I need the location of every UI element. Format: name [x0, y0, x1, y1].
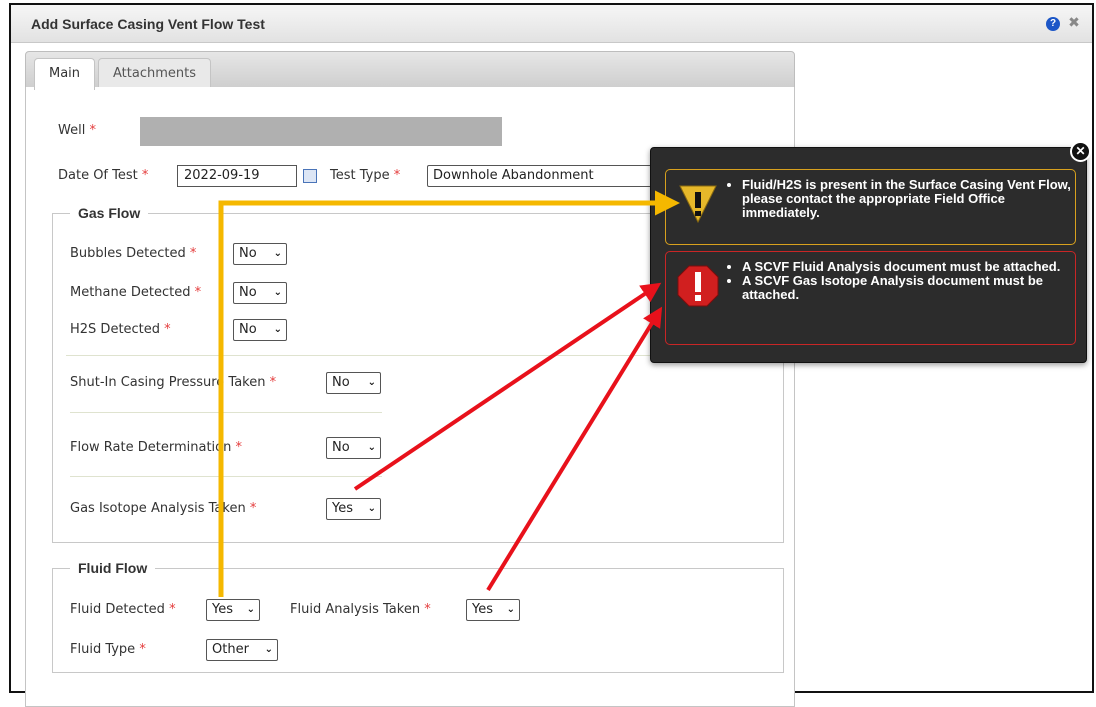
- chevron-down-icon: ⌄: [506, 604, 515, 615]
- h2s-detected-label: H2S Detected *: [70, 322, 171, 337]
- close-icon[interactable]: ✖: [1066, 15, 1082, 31]
- methane-detected-label: Methane Detected *: [70, 285, 202, 300]
- tab-attachments[interactable]: Attachments: [98, 58, 211, 89]
- test-type-label: Test Type *: [330, 168, 401, 183]
- warning-message-box: Fluid/H2S is present in the Surface Casi…: [665, 169, 1076, 245]
- dialog-titlebar[interactable]: Add Surface Casing Vent Flow Test ? ✖: [11, 5, 1092, 43]
- chevron-down-icon: ⌄: [273, 324, 282, 335]
- warning-message: Fluid/H2S is present in the Surface Casi…: [742, 178, 1075, 220]
- error-message-box: A SCVF Fluid Analysis document must be a…: [665, 251, 1076, 345]
- chevron-down-icon: ⌄: [367, 377, 376, 388]
- dialog-title: Add Surface Casing Vent Flow Test: [31, 16, 265, 32]
- shut-in-casing-pressure-label: Shut-In Casing Pressure Taken *: [70, 375, 277, 390]
- question-circle-icon[interactable]: ?: [1046, 17, 1060, 31]
- error-octagon-icon: [677, 265, 719, 307]
- bubbles-detected-label: Bubbles Detected *: [70, 246, 197, 261]
- divider: [66, 355, 656, 356]
- gas-isotope-analysis-label: Gas Isotope Analysis Taken *: [70, 501, 257, 516]
- tab-main[interactable]: Main: [34, 58, 96, 90]
- fluid-type-select[interactable]: Other ⌄: [206, 639, 278, 661]
- h2s-detected-select[interactable]: No ⌄: [233, 319, 287, 341]
- warning-triangle-icon: [679, 185, 717, 224]
- well-label: Well *: [58, 123, 96, 138]
- shut-in-casing-pressure-select[interactable]: No ⌄: [326, 372, 381, 394]
- fluid-detected-select[interactable]: Yes ⌄: [206, 599, 260, 621]
- fluid-flow-fieldset: [52, 568, 784, 673]
- gas-isotope-analysis-select[interactable]: Yes ⌄: [326, 498, 381, 520]
- calendar-icon[interactable]: [303, 169, 317, 183]
- chevron-down-icon: ⌄: [273, 248, 282, 259]
- flow-rate-determination-select[interactable]: No ⌄: [326, 437, 381, 459]
- error-message-list: A SCVF Fluid Analysis document must be a…: [728, 260, 1075, 302]
- chevron-down-icon: ⌄: [246, 604, 255, 615]
- gas-flow-legend: Gas Flow: [70, 205, 149, 221]
- close-circle-icon[interactable]: ✕: [1070, 141, 1091, 162]
- chevron-down-icon: ⌄: [273, 287, 282, 298]
- flow-rate-determination-label: Flow Rate Determination *: [70, 440, 242, 455]
- methane-detected-select[interactable]: No ⌄: [233, 282, 287, 304]
- well-value-redacted[interactable]: [140, 117, 502, 146]
- error-message: A SCVF Fluid Analysis document must be a…: [742, 260, 1075, 274]
- divider: [70, 476, 382, 477]
- error-message: A SCVF Gas Isotope Analysis document mus…: [742, 274, 1075, 302]
- fluid-analysis-taken-select[interactable]: Yes ⌄: [466, 599, 520, 621]
- chevron-down-icon: ⌄: [367, 503, 376, 514]
- chevron-down-icon: ⌄: [264, 644, 273, 655]
- fluid-analysis-taken-label: Fluid Analysis Taken *: [290, 602, 431, 617]
- test-type-select[interactable]: Downhole Abandonment⌄: [427, 165, 683, 187]
- date-of-test-input[interactable]: 2022-09-19: [177, 165, 297, 187]
- chevron-down-icon: ⌄: [367, 442, 376, 453]
- warning-message-list: Fluid/H2S is present in the Surface Casi…: [728, 178, 1075, 220]
- tab-bar: Main Attachments: [25, 51, 795, 90]
- date-of-test-label: Date Of Test *: [58, 168, 149, 183]
- fluid-detected-label: Fluid Detected *: [70, 602, 176, 617]
- divider: [70, 412, 382, 413]
- fluid-type-label: Fluid Type *: [70, 642, 146, 657]
- fluid-flow-legend: Fluid Flow: [70, 560, 156, 576]
- validation-popup: Fluid/H2S is present in the Surface Casi…: [650, 147, 1087, 363]
- bubbles-detected-select[interactable]: No ⌄: [233, 243, 287, 265]
